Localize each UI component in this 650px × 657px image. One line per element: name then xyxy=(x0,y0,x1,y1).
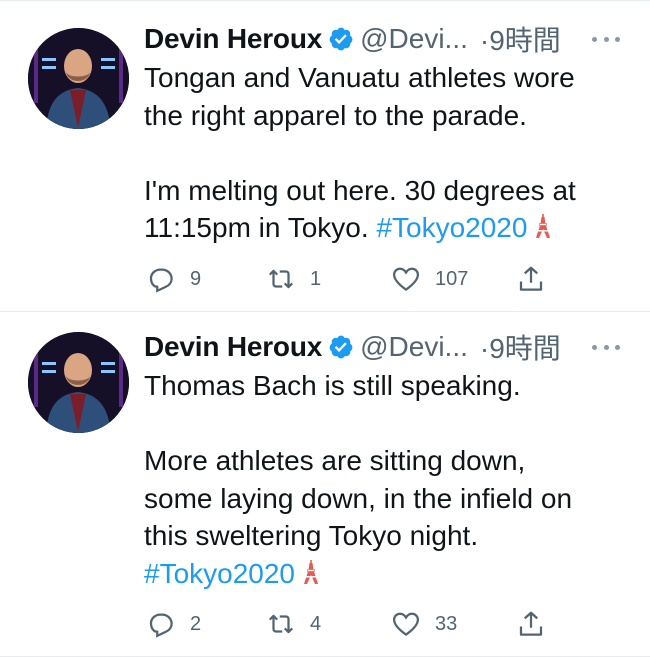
tweet-text-line: this sweltering Tokyo night. xyxy=(144,520,479,551)
tokyo-tower-emoji xyxy=(536,214,551,238)
tweet-actions: 9 1 107 xyxy=(146,262,546,296)
tweet-text-line: Tongan and Vanuatu athletes wore xyxy=(144,62,575,93)
tweet-text-line: the right apparel to the parade. xyxy=(144,99,527,131)
author-name[interactable]: Devin Heroux xyxy=(144,331,322,363)
tweet-text-line: Thomas Bach is still speaking. xyxy=(144,370,521,401)
heart-icon xyxy=(392,267,420,292)
tweet-timestamp[interactable]: ·9時間 xyxy=(480,19,561,59)
tweet-text-line: More athletes are sitting down, xyxy=(144,445,526,476)
like-count: 33 xyxy=(435,612,458,635)
tweet-text-line: 11:15pm in Tokyo. #Tokyo2020 xyxy=(144,209,634,247)
hashtag-link[interactable]: #Tokyo2020 xyxy=(376,212,527,243)
retweet-icon xyxy=(268,269,294,289)
more-dots-icon[interactable] xyxy=(592,333,620,361)
tweet-text-line: some laying down, in the infield on xyxy=(144,482,573,514)
like-button[interactable]: 33 xyxy=(391,607,457,641)
retweet-button[interactable]: 4 xyxy=(266,607,321,641)
reply-icon xyxy=(149,613,173,638)
tweet-header: Devin Heroux @Devi... ·9時間 xyxy=(144,18,634,60)
retweet-count: 4 xyxy=(310,612,322,635)
author-name[interactable]: Devin Heroux xyxy=(144,23,322,55)
share-button[interactable] xyxy=(516,262,546,296)
tweet-text-line: I'm melting out here. 30 degrees at xyxy=(144,174,576,206)
retweet-icon xyxy=(268,614,294,634)
verified-badge-icon xyxy=(329,27,353,51)
retweet-button[interactable]: 1 xyxy=(266,262,321,296)
hashtag-link[interactable]: #Tokyo2020 xyxy=(144,558,295,589)
reply-icon xyxy=(149,268,173,293)
tweet-content: Devin Heroux @Devi... ·9時間 Tongan and Va… xyxy=(144,18,634,247)
reply-count: 2 xyxy=(190,612,202,635)
tweet-text-line: #Tokyo2020 xyxy=(144,555,634,593)
tweet-text-fragment: 11:15pm in Tokyo. xyxy=(144,212,369,243)
verified-badge-icon xyxy=(329,335,353,359)
like-count: 107 xyxy=(435,267,469,290)
tweet-actions: 2 4 33 xyxy=(146,607,546,641)
retweet-count: 1 xyxy=(310,267,322,290)
tweet[interactable]: Devin Heroux @Devi... ·9時間 Thomas Bach i… xyxy=(0,312,650,657)
author-handle[interactable]: @Devi... xyxy=(360,331,468,363)
tweet-text: Tongan and Vanuatu athletes wore the rig… xyxy=(144,59,634,247)
tweet-content: Devin Heroux @Devi... ·9時間 Thomas Bach i… xyxy=(144,326,634,592)
share-button[interactable] xyxy=(516,607,546,641)
author-handle[interactable]: @Devi... xyxy=(360,23,468,55)
avatar[interactable] xyxy=(28,332,129,433)
reply-count: 9 xyxy=(190,267,202,290)
tweet-header: Devin Heroux @Devi... ·9時間 xyxy=(144,326,634,368)
heart-icon xyxy=(392,612,420,637)
tweet-text: Thomas Bach is still speaking. More athl… xyxy=(144,367,634,592)
reply-button[interactable]: 2 xyxy=(146,607,201,641)
share-icon xyxy=(519,611,543,636)
tokyo-tower-emoji xyxy=(304,559,319,584)
like-button[interactable]: 107 xyxy=(391,262,468,296)
avatar[interactable] xyxy=(28,28,129,129)
tweet[interactable]: Devin Heroux @Devi... ·9時間 Tongan and Va… xyxy=(0,0,650,312)
reply-button[interactable]: 9 xyxy=(146,262,201,296)
more-dots-icon[interactable] xyxy=(592,25,620,53)
tweet-timestamp[interactable]: ·9時間 xyxy=(480,327,561,367)
share-icon xyxy=(519,266,543,291)
